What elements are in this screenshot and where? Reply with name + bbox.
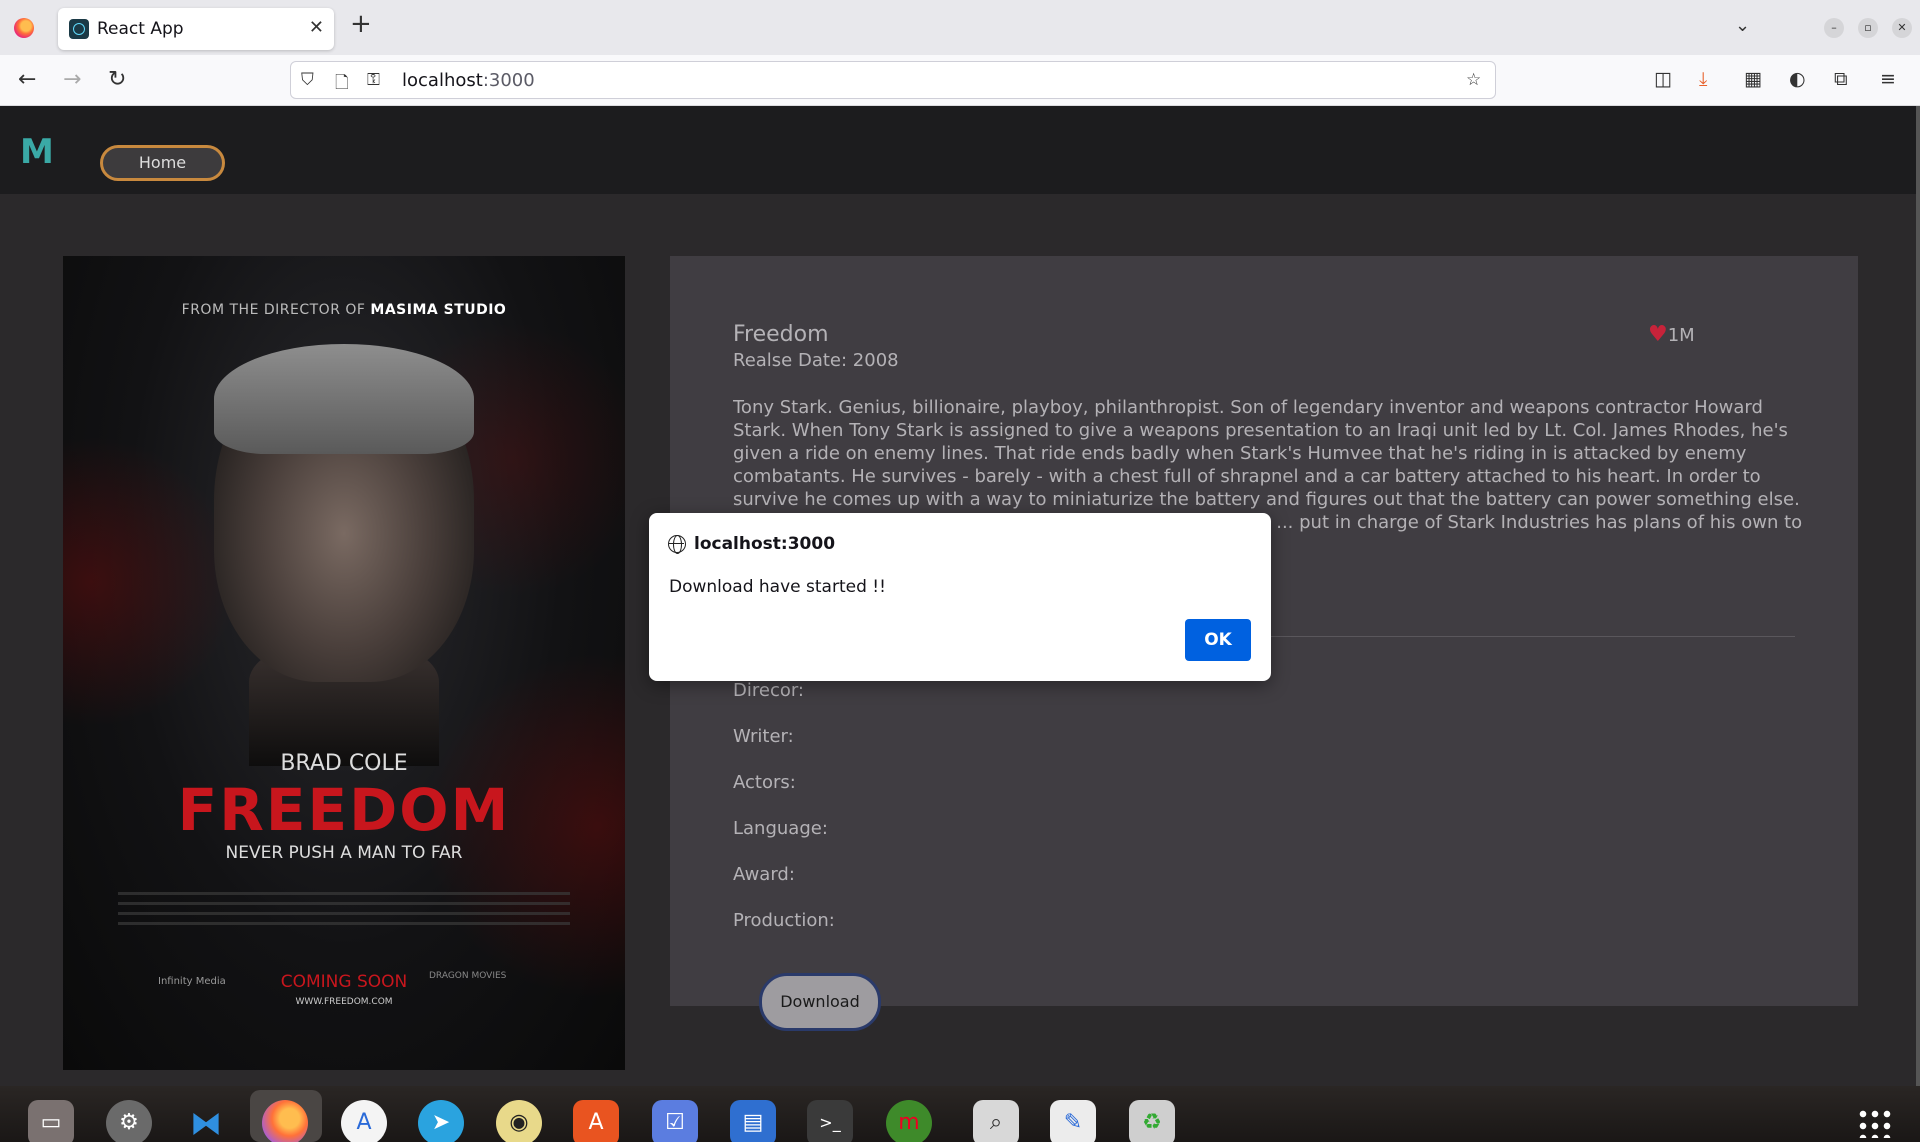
- browser-tab[interactable]: React App ✕: [58, 8, 334, 50]
- extension-b-icon[interactable]: ◐: [1789, 68, 1806, 90]
- image-viewer-icon[interactable]: ⌕: [973, 1100, 1019, 1142]
- app-center-icon[interactable]: A: [573, 1100, 619, 1142]
- maximize-icon[interactable]: ▫: [1858, 18, 1878, 38]
- ok-button[interactable]: OK: [1185, 619, 1251, 661]
- dialog-host: localhost:3000: [694, 534, 836, 554]
- terminal-icon[interactable]: >_: [807, 1100, 853, 1142]
- pocket-icon[interactable]: ◫: [1654, 68, 1672, 90]
- reload-icon[interactable]: ↻: [108, 67, 126, 93]
- vscode-icon[interactable]: ⧓: [183, 1100, 229, 1142]
- back-icon[interactable]: ←: [18, 67, 36, 93]
- poster-fine-print: [118, 892, 570, 932]
- minimize-icon[interactable]: –: [1824, 18, 1844, 38]
- extension-a-icon[interactable]: ▦: [1744, 68, 1762, 90]
- likes-count: 1M: [1667, 325, 1695, 346]
- meteor-icon[interactable]: m: [886, 1100, 932, 1142]
- star-icon[interactable]: ☆: [1466, 70, 1481, 90]
- poster-studio: MASIMA STUDIO: [370, 302, 507, 318]
- poster-from-prefix: FROM THE DIRECTOR OF: [181, 302, 366, 318]
- shield-icon[interactable]: ⛉: [301, 70, 314, 90]
- rhythmbox-icon[interactable]: ◉: [496, 1100, 542, 1142]
- home-button[interactable]: Home: [100, 145, 225, 181]
- files-icon[interactable]: ▭: [28, 1100, 74, 1142]
- new-tab-button[interactable]: +: [350, 11, 372, 37]
- tasks-icon[interactable]: ☑: [652, 1100, 698, 1142]
- settings-icon[interactable]: ⚙: [106, 1100, 152, 1142]
- apps-grid-icon[interactable]: [1857, 1108, 1893, 1138]
- url-port: :3000: [482, 70, 535, 91]
- chevron-down-icon[interactable]: ⌄: [1735, 15, 1750, 36]
- browser-nav-bar: ← → ↻ ⛉ 🗋 ⚿ localhost:3000 ☆ ◫ ⤓ ▦ ◐ ⧉ ≡: [0, 55, 1920, 106]
- key-icon[interactable]: ⚿: [367, 70, 380, 90]
- download-icon[interactable]: ⤓: [1699, 68, 1707, 90]
- poster-tagline: NEVER PUSH A MAN TO FAR: [225, 843, 463, 863]
- site-logo[interactable]: M: [20, 132, 54, 172]
- language-label: Language:: [733, 818, 828, 839]
- forward-icon[interactable]: →: [63, 67, 81, 93]
- poster-coming-soon: COMING SOON: [280, 972, 408, 992]
- firefox-icon[interactable]: [262, 1100, 308, 1142]
- site-header: M Home: [0, 106, 1918, 194]
- release-date: Realse Date: 2008: [733, 350, 899, 371]
- close-window-icon[interactable]: ✕: [1892, 18, 1912, 38]
- poster-url: WWW.FREEDOM.COM: [295, 997, 393, 1007]
- url-bar[interactable]: ⛉ 🗋 ⚿ localhost:3000 ☆: [290, 61, 1496, 99]
- browser-tab-bar: React App ✕ + ⌄ – ▫ ✕: [0, 0, 1920, 55]
- poster-from-text: FROM THE DIRECTOR OF MASIMA STUDIO: [63, 302, 625, 318]
- heart-icon[interactable]: ♥: [1648, 322, 1668, 347]
- writer-label: Writer:: [733, 726, 794, 747]
- menu-icon[interactable]: ≡: [1880, 68, 1896, 90]
- url-host: localhost: [402, 70, 483, 91]
- poster-right-logo: DRAGON MOVIES: [429, 971, 507, 981]
- tab-title: React App: [97, 19, 184, 39]
- actors-label: Actors:: [733, 772, 796, 793]
- trash-icon[interactable]: ♻: [1129, 1100, 1175, 1142]
- dialog-message: Download have started !!: [669, 577, 886, 597]
- director-label: Direcor:: [733, 680, 804, 701]
- writer-icon[interactable]: ▤: [730, 1100, 776, 1142]
- page-scrollbar[interactable]: [1916, 106, 1920, 1086]
- close-tab-icon[interactable]: ✕: [309, 17, 324, 38]
- page-icon[interactable]: 🗋: [335, 70, 349, 99]
- text-editor-icon[interactable]: ✎: [1050, 1100, 1096, 1142]
- alert-dialog: localhost:3000 Download have started !! …: [649, 513, 1271, 681]
- poster-hair: [214, 344, 474, 454]
- taskbar: ▭ ⚙ ⧓ A ➤ ◉ A ☑ ▤ >_ m ⌕ ✎ ♻: [0, 1086, 1920, 1142]
- globe-icon: [668, 535, 686, 554]
- award-label: Award:: [733, 864, 795, 885]
- download-button[interactable]: Download: [759, 973, 881, 1031]
- production-label: Production:: [733, 910, 835, 931]
- movie-poster: FROM THE DIRECTOR OF MASIMA STUDIO BRAD …: [63, 256, 625, 1070]
- react-favicon-icon: [69, 19, 89, 39]
- telegram-icon[interactable]: ➤: [418, 1100, 464, 1142]
- android-studio-icon[interactable]: A: [341, 1100, 387, 1142]
- url-text[interactable]: localhost:3000: [402, 70, 535, 91]
- extension-icon[interactable]: ⧉: [1834, 68, 1848, 90]
- movie-title: Freedom: [733, 322, 829, 347]
- poster-title: FREEDOM: [177, 776, 511, 844]
- firefox-icon[interactable]: [14, 18, 34, 38]
- likes-counter[interactable]: ♥1M: [1648, 322, 1695, 347]
- poster-actor: BRAD COLE: [280, 751, 408, 776]
